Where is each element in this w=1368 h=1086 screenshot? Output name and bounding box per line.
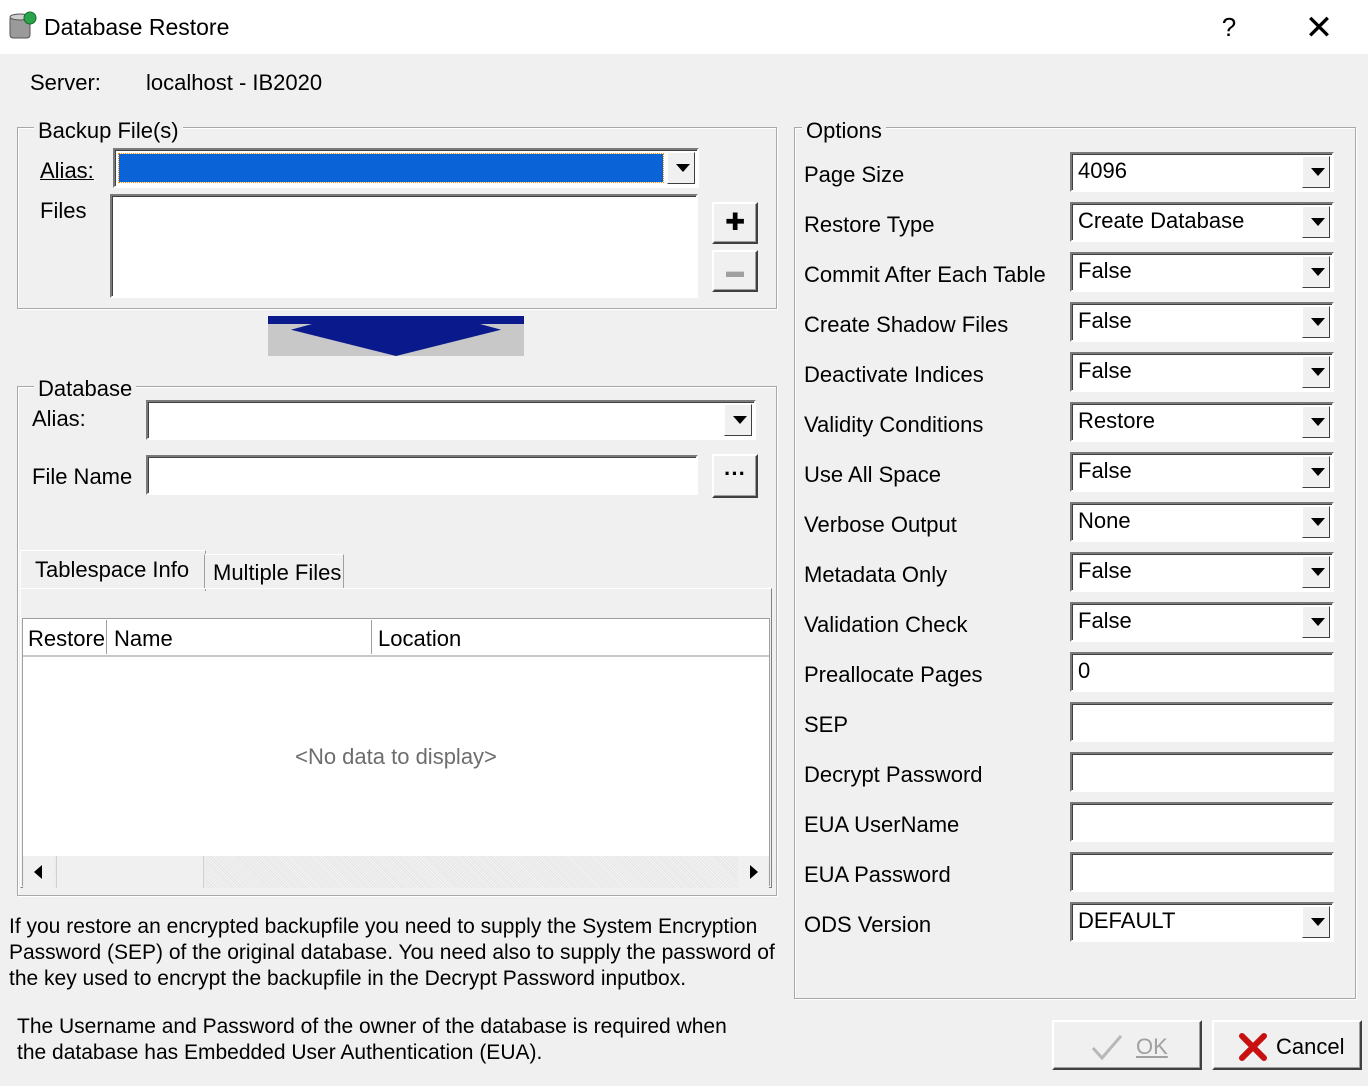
encryption-note: If you restore an encrypted backupfile y… — [9, 915, 775, 990]
cancel-button[interactable]: Cancel — [1212, 1020, 1362, 1070]
grid-col-divider — [371, 620, 372, 654]
chevron-down-icon[interactable] — [667, 152, 695, 184]
database-alias-label: Alias: — [32, 406, 86, 431]
option-combo[interactable]: DEFAULT — [1070, 902, 1334, 942]
close-icon: ✕ — [1304, 9, 1334, 47]
option-combo[interactable]: False — [1070, 552, 1334, 592]
eua-note: The Username and Password of the owner o… — [17, 1015, 727, 1064]
filename-label: File Name — [32, 464, 133, 489]
chevron-down-icon[interactable] — [1302, 356, 1330, 388]
option-combo[interactable]: False — [1070, 252, 1334, 292]
ellipsis-icon: ··· — [724, 461, 746, 486]
backup-alias-label: Alias: — [40, 158, 94, 183]
scroll-thumb[interactable] — [56, 856, 204, 888]
options-legend: Options — [802, 118, 886, 144]
option-combo[interactable]: Create Database — [1070, 202, 1334, 242]
alias-selection-highlight — [118, 153, 664, 183]
remove-file-button[interactable]: ▬ — [712, 250, 758, 292]
option-combo[interactable]: False — [1070, 302, 1334, 342]
checkmark-icon — [1091, 1035, 1123, 1061]
chevron-down-icon[interactable] — [1302, 306, 1330, 338]
option-combo[interactable]: False — [1070, 602, 1334, 642]
option-combo[interactable]: Restore — [1070, 402, 1334, 442]
option-label: SEP — [804, 712, 849, 737]
browse-button[interactable]: ··· — [712, 454, 758, 498]
grid-col-name[interactable]: Name — [114, 626, 173, 652]
option-input[interactable] — [1070, 752, 1334, 792]
grid-col-restore[interactable]: Restore — [28, 626, 105, 652]
option-label: Commit After Each Table — [804, 262, 1046, 287]
chevron-down-icon[interactable] — [1302, 906, 1330, 938]
ok-button[interactable]: OK — [1052, 1020, 1202, 1070]
server-label: Server: — [30, 70, 101, 95]
server-value: localhost - IB2020 — [146, 70, 323, 95]
option-label: EUA UserName — [804, 812, 960, 837]
option-combo[interactable]: False — [1070, 352, 1334, 392]
plus-icon: ✚ — [724, 209, 746, 236]
close-button[interactable]: ✕ — [1296, 8, 1342, 48]
chevron-down-icon[interactable] — [1302, 406, 1330, 438]
grid-col-location[interactable]: Location — [378, 626, 461, 652]
chevron-down-icon[interactable] — [1302, 456, 1330, 488]
grid-empty-text: <No data to display> — [295, 744, 497, 769]
database-app-icon — [6, 10, 38, 42]
backup-alias-combo[interactable] — [113, 148, 699, 188]
scroll-left-button[interactable] — [24, 856, 54, 888]
backup-files-legend: Backup File(s) — [34, 118, 183, 144]
option-label: EUA Password — [804, 862, 951, 887]
option-label: Deactivate Indices — [804, 362, 984, 387]
filename-input[interactable] — [146, 455, 698, 495]
chevron-down-icon[interactable] — [1302, 606, 1330, 638]
option-input[interactable] — [1070, 802, 1334, 842]
backup-files-list[interactable] — [110, 194, 698, 298]
grid-col-divider — [106, 620, 107, 654]
option-label: Preallocate Pages — [804, 662, 983, 687]
option-label: Verbose Output — [804, 512, 957, 537]
option-label: Restore Type — [804, 212, 935, 237]
help-button[interactable]: ? — [1212, 10, 1246, 44]
option-label: Use All Space — [804, 462, 941, 487]
chevron-down-icon[interactable] — [1302, 256, 1330, 288]
database-alias-combo[interactable] — [146, 400, 756, 440]
down-arrow-icon — [268, 316, 524, 356]
option-label: Validity Conditions — [804, 412, 984, 437]
option-input[interactable] — [1070, 852, 1334, 892]
chevron-down-icon[interactable] — [1302, 506, 1330, 538]
files-label: Files — [40, 198, 87, 223]
option-label: Create Shadow Files — [804, 312, 1009, 337]
option-input[interactable]: 0 — [1070, 652, 1334, 692]
option-label: Page Size — [804, 162, 905, 187]
chevron-down-icon[interactable] — [1302, 556, 1330, 588]
cancel-x-icon — [1239, 1033, 1267, 1061]
minus-icon: ▬ — [726, 261, 744, 281]
option-combo[interactable]: False — [1070, 452, 1334, 492]
option-label: ODS Version — [804, 912, 932, 937]
window-title: Database Restore — [44, 14, 230, 40]
option-combo[interactable]: 4096 — [1070, 152, 1334, 192]
chevron-down-icon[interactable] — [1302, 206, 1330, 238]
add-file-button[interactable]: ✚ — [712, 202, 758, 244]
database-legend: Database — [34, 376, 137, 402]
option-input[interactable] — [1070, 702, 1334, 742]
tab-tablespace-info[interactable]: Tablespace Info — [20, 550, 206, 591]
option-combo[interactable]: None — [1070, 502, 1334, 542]
scroll-right-button[interactable] — [738, 856, 768, 888]
option-label: Metadata Only — [804, 562, 948, 587]
tab-multiple-files[interactable]: Multiple Files — [204, 554, 344, 589]
chevron-down-icon[interactable] — [724, 404, 752, 436]
chevron-down-icon[interactable] — [1302, 156, 1330, 188]
option-label: Decrypt Password — [804, 762, 983, 787]
option-label: Validation Check — [804, 612, 968, 637]
